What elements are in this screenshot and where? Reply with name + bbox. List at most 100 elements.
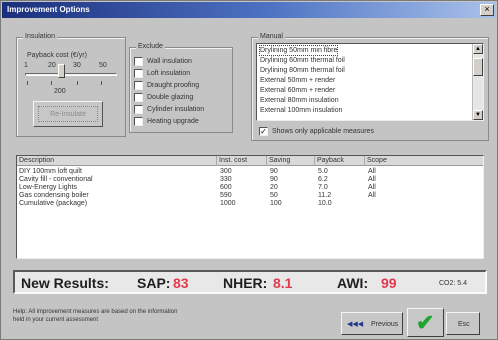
applicable-label: Shows only applicable measures	[272, 128, 374, 135]
cell-saving: 20	[270, 184, 278, 191]
cancel-label: Esc	[458, 321, 470, 328]
slider-tick	[77, 81, 78, 85]
cell-description: Low-Energy Lights	[19, 184, 77, 191]
insulation-group-label: Insulation	[23, 32, 57, 42]
slider-tick	[27, 81, 28, 85]
list-item[interactable]: External 100mm insulation	[260, 106, 343, 115]
sap-value: 83	[173, 275, 189, 291]
cell-saving: 90	[270, 176, 278, 183]
list-item[interactable]: External 50mm + render	[260, 76, 335, 85]
previous-arrows-icon: ◀◀◀	[347, 321, 364, 328]
scroll-thumb[interactable]	[473, 58, 483, 76]
cell-description: Cavity fill - conventional	[19, 176, 93, 183]
cell-description: Gas condensing boiler	[19, 192, 89, 199]
cell-cost: 300	[220, 168, 232, 175]
measures-table[interactable]: Description Inst. cost Saving Payback Sc…	[16, 155, 484, 259]
awi-label: AWI:	[337, 275, 369, 291]
slider-tick-label-3: 30	[73, 62, 81, 69]
help-note-line-2: held in your current assessment	[13, 317, 99, 323]
improvement-options-dialog: Improvement Options × Insulation Payback…	[0, 0, 498, 340]
slider-tick-label-1: 1	[24, 62, 28, 69]
slider-tick-label-2: 20	[48, 62, 56, 69]
table-row[interactable]: Cavity fill - conventional 330 90 6.2 Al…	[17, 176, 483, 184]
list-item[interactable]: External 80mm insulation	[260, 96, 339, 105]
cell-payback: 7.0	[318, 184, 328, 191]
scroll-down-icon[interactable]: ▼	[473, 110, 483, 120]
cell-scope: All	[368, 184, 376, 191]
nher-label: NHER:	[223, 275, 268, 291]
re-insulate-button-label: Re-Insulate	[38, 106, 98, 122]
exclude-checkbox[interactable]	[134, 117, 143, 126]
previous-label: Previous	[371, 321, 399, 328]
ok-button[interactable]: ✔	[407, 308, 444, 337]
cell-saving: 100	[270, 200, 282, 207]
column-header-cost[interactable]: Inst. cost	[217, 156, 267, 166]
payback-slider-label: Payback cost (€/yr)	[27, 52, 87, 59]
manual-group-label: Manual	[258, 32, 285, 42]
cell-scope: All	[368, 176, 376, 183]
cell-scope: All	[368, 192, 376, 199]
title-bar[interactable]: Improvement Options ×	[2, 2, 496, 18]
table-row[interactable]: Gas condensing boiler 590 50 11.2 All	[17, 192, 483, 200]
payback-slider-track[interactable]	[25, 73, 117, 76]
awi-value: 99	[381, 275, 397, 291]
exclude-label: Draught proofing	[147, 82, 200, 89]
help-note-line-1: Help: All improvement measures are based…	[13, 309, 178, 315]
close-button[interactable]: ×	[480, 4, 494, 16]
list-item[interactable]: External 60mm + render	[260, 86, 335, 95]
exclude-label: Loft insulation	[147, 70, 191, 77]
co2-value: CO2: 5.4	[439, 280, 468, 287]
cell-saving: 50	[270, 192, 278, 199]
column-header-scope[interactable]: Scope	[365, 156, 483, 166]
list-item[interactable]: Drylining 50mm min fibre	[258, 45, 339, 56]
slider-value-label: 200	[54, 88, 66, 95]
exclude-checkbox[interactable]	[134, 93, 143, 102]
exclude-checkbox[interactable]	[134, 69, 143, 78]
cell-cost: 1000	[220, 200, 236, 207]
list-scrollbar[interactable]: ▲ ▼	[472, 44, 483, 120]
column-header-saving[interactable]: Saving	[267, 156, 315, 166]
list-item[interactable]: Drylining 60mm thermal foil	[260, 56, 345, 65]
exclude-checkbox[interactable]	[134, 105, 143, 114]
scroll-up-icon[interactable]: ▲	[473, 44, 483, 54]
cell-saving: 90	[270, 168, 278, 175]
nher-value: 8.1	[273, 275, 293, 291]
exclude-checkbox[interactable]	[134, 81, 143, 90]
cell-payback: 11.2	[318, 192, 332, 199]
exclude-label: Wall insulation	[147, 58, 192, 65]
cell-cost: 330	[220, 176, 232, 183]
column-header-description[interactable]: Description	[17, 156, 217, 166]
manual-measures-list[interactable]: Drylining 50mm min fibre Drylining 60mm …	[256, 43, 484, 121]
exclude-label: Heating upgrade	[147, 118, 199, 125]
cell-payback: 5.0	[318, 168, 328, 175]
slider-tick	[101, 81, 102, 85]
results-heading: New Results:	[21, 275, 109, 291]
check-icon: ✔	[416, 310, 435, 335]
cell-payback: 10.0	[318, 200, 332, 207]
cell-cost: 590	[220, 192, 232, 199]
window-title: Improvement Options	[7, 5, 90, 14]
cell-scope: All	[368, 168, 376, 175]
table-row[interactable]: Cumulative (package) 1000 100 10.0	[17, 200, 483, 208]
sap-label: SAP:	[137, 275, 171, 291]
previous-button[interactable]: ◀◀◀ Previous	[341, 312, 403, 335]
slider-tick-label-4: 50	[99, 62, 107, 69]
payback-slider-thumb[interactable]	[58, 64, 66, 78]
column-header-payback[interactable]: Payback	[315, 156, 365, 166]
exclude-checkbox[interactable]	[134, 57, 143, 66]
cancel-button[interactable]: Esc	[446, 312, 480, 335]
re-insulate-button[interactable]: Re-Insulate	[33, 101, 103, 127]
table-header: Description Inst. cost Saving Payback Sc…	[17, 156, 483, 166]
cell-payback: 6.2	[318, 176, 328, 183]
table-row[interactable]: Low-Energy Lights 600 20 7.0 All	[17, 184, 483, 192]
cell-description: Cumulative (package)	[19, 200, 88, 207]
new-results-bar: New Results: SAP: 83 NHER: 8.1 AWI: 99 C…	[13, 270, 487, 294]
exclude-label: Cylinder insulation	[147, 106, 205, 113]
exclude-group-label: Exclude	[136, 42, 165, 52]
slider-tick	[51, 81, 52, 85]
list-item[interactable]: Drylining 80mm thermal foil	[260, 66, 345, 75]
exclude-label: Double glazing	[147, 94, 194, 101]
cell-description: DIY 100mm loft quilt	[19, 168, 82, 175]
applicable-checkbox[interactable]: ✓	[259, 127, 268, 136]
table-row[interactable]: DIY 100mm loft quilt 300 90 5.0 All	[17, 168, 483, 176]
